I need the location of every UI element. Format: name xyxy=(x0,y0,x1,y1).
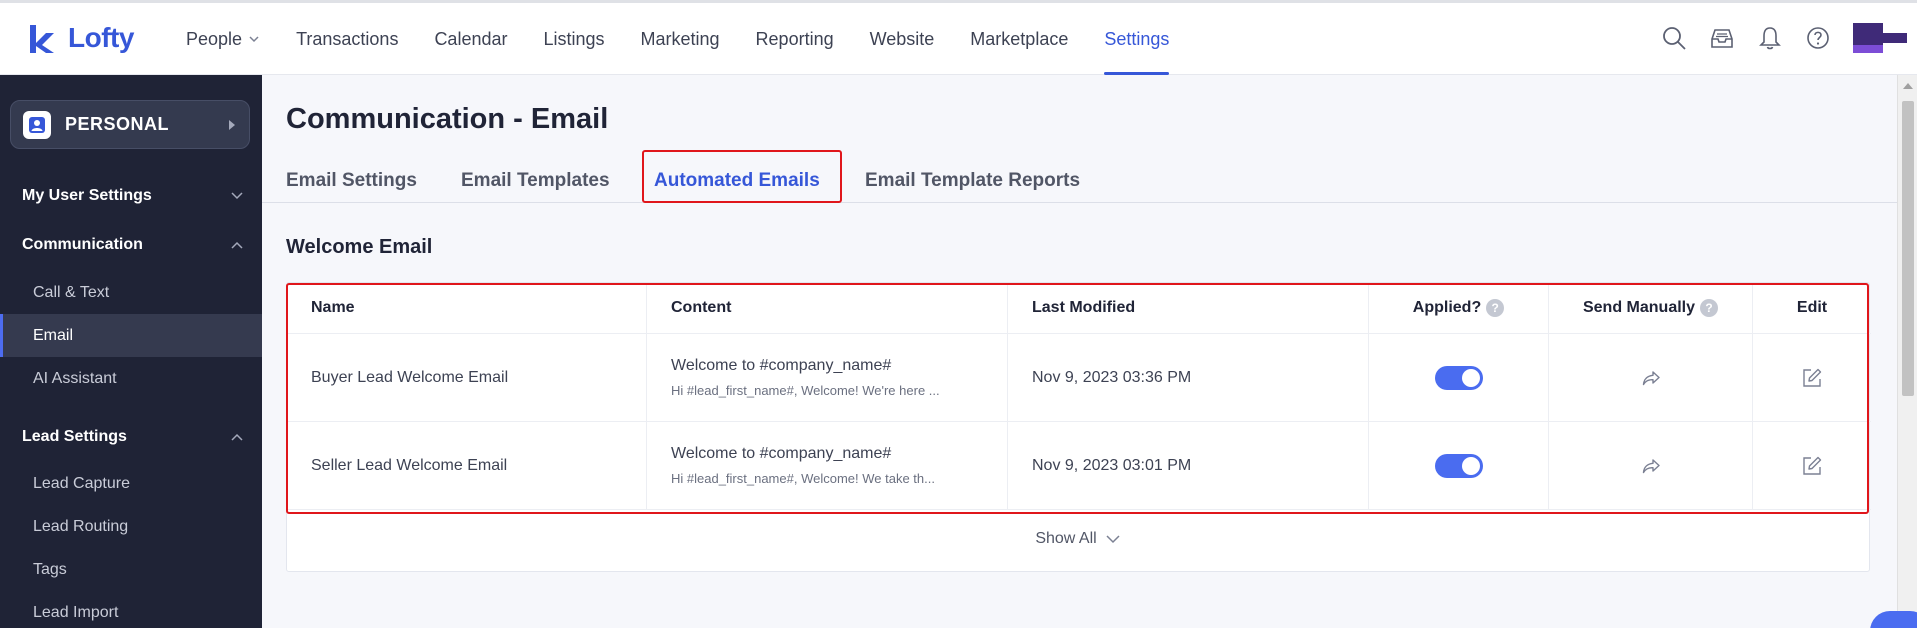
chevron-down-icon xyxy=(1106,535,1120,544)
tab-email-settings[interactable]: Email Settings xyxy=(286,158,417,203)
email-tabs: Email Settings Email Templates Automated… xyxy=(262,158,1897,203)
bell-icon[interactable] xyxy=(1757,25,1783,51)
scope-label: PERSONAL xyxy=(65,114,170,134)
nav-label: Settings xyxy=(1104,28,1170,49)
sidebar-item-label: Call & Text xyxy=(33,283,110,301)
sidebar-item-lead-import[interactable]: Lead Import xyxy=(0,591,262,628)
nav-item-marketing[interactable]: Marketing xyxy=(623,3,738,75)
sidebar-item-lead-routing[interactable]: Lead Routing xyxy=(0,505,262,548)
search-icon[interactable] xyxy=(1661,25,1687,51)
nav-item-calendar[interactable]: Calendar xyxy=(416,3,525,75)
section-label: Communication xyxy=(22,236,143,253)
settings-sidebar: PERSONAL My User Settings Communication … xyxy=(0,75,262,628)
sidebar-item-label: Tags xyxy=(33,560,67,578)
nav-item-settings[interactable]: Settings xyxy=(1086,3,1187,75)
sidebar-item-label: Lead Import xyxy=(33,603,119,621)
nav-label: Listings xyxy=(543,28,605,49)
nav-label: Transactions xyxy=(296,28,399,49)
sidebar-item-label: Lead Routing xyxy=(33,517,129,535)
top-navigation-bar: Lofty People Transactions Calendar Listi… xyxy=(0,0,1917,75)
chevron-down-icon xyxy=(231,192,243,200)
help-icon[interactable] xyxy=(1805,25,1831,51)
section-label: Lead Settings xyxy=(22,428,127,445)
sidebar-item-label: Lead Capture xyxy=(33,474,130,492)
user-avatar[interactable] xyxy=(1853,23,1907,53)
main-content: Communication - Email Email Settings Ema… xyxy=(262,75,1897,628)
nav-label: Calendar xyxy=(434,28,508,49)
page-title: Communication - Email xyxy=(286,103,609,135)
user-icon xyxy=(23,110,51,139)
chevron-up-icon xyxy=(231,241,243,249)
sidebar-item-label: AI Assistant xyxy=(33,369,117,387)
sidebar-item-lead-capture[interactable]: Lead Capture xyxy=(0,462,262,505)
top-icon-group xyxy=(1661,23,1917,53)
nav-item-marketplace[interactable]: Marketplace xyxy=(952,3,1086,75)
chevron-right-icon xyxy=(229,119,235,130)
chevron-down-icon xyxy=(249,36,259,43)
page-scrollbar[interactable] xyxy=(1897,75,1917,628)
lofty-logo[interactable]: Lofty xyxy=(26,21,134,55)
section-label: My User Settings xyxy=(22,187,152,204)
show-all-button[interactable]: Show All xyxy=(262,530,1894,548)
show-all-label: Show All xyxy=(1035,530,1097,547)
nav-label: Marketplace xyxy=(970,28,1069,49)
main-nav: People Transactions Calendar Listings Ma… xyxy=(168,3,1187,75)
brand-name: Lofty xyxy=(68,22,134,53)
tab-highlight-box xyxy=(642,150,842,203)
nav-item-listings[interactable]: Listings xyxy=(525,3,622,75)
sidebar-item-call-text[interactable]: Call & Text xyxy=(0,271,262,314)
tab-email-template-reports[interactable]: Email Template Reports xyxy=(865,158,1080,203)
sidebar-section-my-user-settings[interactable]: My User Settings xyxy=(22,187,244,205)
tab-email-templates[interactable]: Email Templates xyxy=(461,158,610,203)
lofty-logo-icon xyxy=(30,25,54,53)
nav-item-website[interactable]: Website xyxy=(852,3,953,75)
nav-item-people[interactable]: People xyxy=(168,3,278,75)
personal-scope-selector[interactable]: PERSONAL xyxy=(10,100,250,149)
nav-label: People xyxy=(186,28,243,49)
sidebar-item-label: Email xyxy=(33,326,74,344)
nav-item-reporting[interactable]: Reporting xyxy=(738,3,852,75)
inbox-icon[interactable] xyxy=(1709,25,1735,51)
scroll-up-arrow-icon[interactable] xyxy=(1903,83,1913,89)
nav-label: Reporting xyxy=(755,28,834,49)
nav-label: Marketing xyxy=(640,28,720,49)
sidebar-item-tags[interactable]: Tags xyxy=(0,548,262,591)
nav-label: Website xyxy=(869,28,935,49)
sidebar-section-lead-settings[interactable]: Lead Settings xyxy=(22,428,244,446)
nav-item-transactions[interactable]: Transactions xyxy=(278,3,416,75)
section-title: Welcome Email xyxy=(286,236,433,258)
chevron-up-icon xyxy=(231,433,243,441)
scroll-thumb[interactable] xyxy=(1902,101,1914,396)
table-highlight-box xyxy=(286,283,1869,514)
sidebar-section-communication[interactable]: Communication xyxy=(22,236,244,254)
sidebar-item-ai-assistant[interactable]: AI Assistant xyxy=(0,357,262,400)
sidebar-item-email[interactable]: Email xyxy=(0,314,262,357)
